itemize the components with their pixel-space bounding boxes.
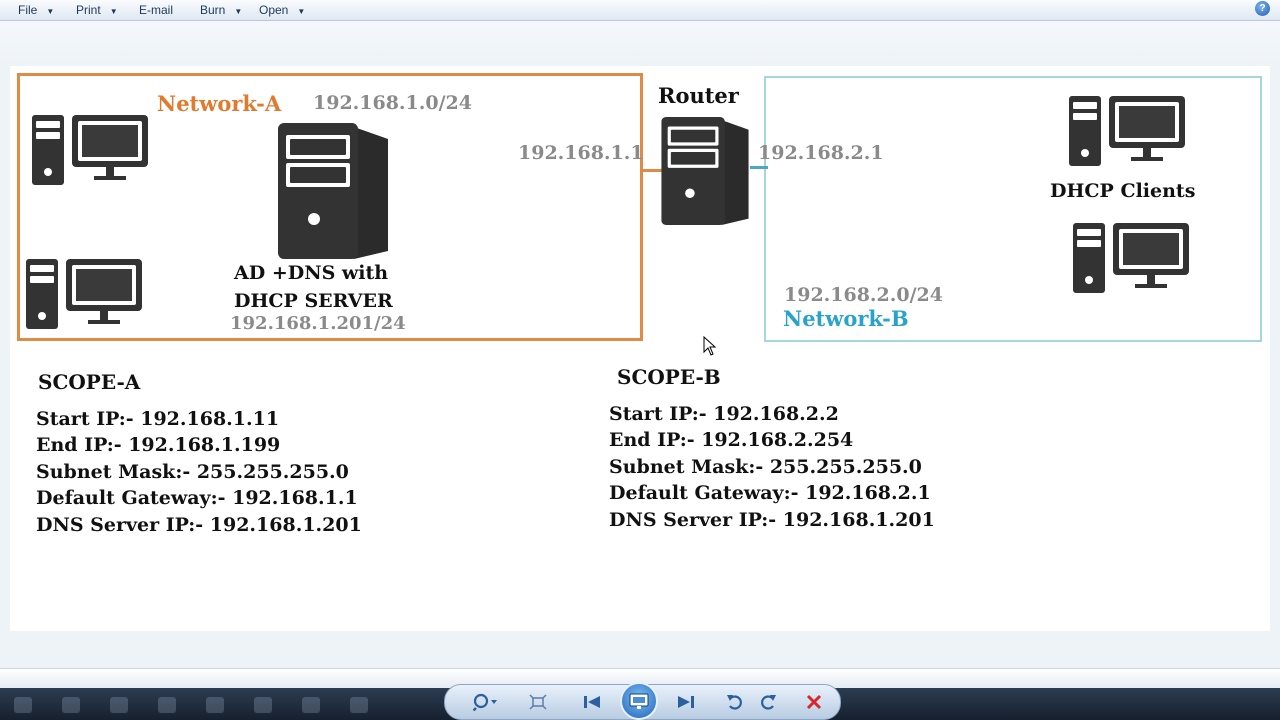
scope-a-default-gateway: Default Gateway:- 192.168.1.1	[36, 487, 358, 510]
taskbar-app-icon[interactable]	[302, 697, 320, 713]
menu-print-label: Print	[76, 3, 101, 17]
slideshow-icon[interactable]	[620, 682, 658, 720]
scope-b-default-gateway: Default Gateway:- 192.168.2.1	[609, 482, 931, 505]
workstation-icon	[1073, 223, 1189, 293]
scope-b: SCOPE-B Start IP:- 192.168.2.2 End IP:- …	[609, 365, 935, 533]
network-a-link	[640, 169, 662, 172]
router-ip-b: 192.168.2.1	[758, 142, 884, 164]
network-b-subnet: 192.168.2.0/24	[784, 284, 943, 306]
taskbar-app-icon[interactable]	[206, 697, 224, 713]
menu-bar: File ▼ Print ▼ E-mail Burn ▼ Open ▼ ?	[0, 0, 1280, 21]
server-label-line1: AD +DNS with	[234, 262, 389, 284]
chevron-down-icon: ▼	[234, 7, 243, 16]
scope-b-dns-server: DNS Server IP:- 192.168.1.201	[609, 508, 935, 531]
menu-email-label: E-mail	[139, 3, 174, 17]
scope-a-title: SCOPE-A	[38, 370, 141, 394]
server-label-line2: DHCP SERVER	[234, 290, 393, 312]
workstation-icon	[32, 115, 148, 185]
menu-print[interactable]: Print ▼	[76, 2, 118, 18]
viewer-background	[0, 21, 1280, 65]
menu-burn[interactable]: Burn ▼	[200, 2, 242, 18]
network-b-link	[750, 166, 768, 169]
menu-file-label: File	[18, 3, 38, 17]
menu-open-label: Open	[259, 3, 289, 17]
scope-a-start-ip: Start IP:- 192.168.1.11	[36, 408, 280, 430]
scope-a-end-ip: End IP:- 192.168.1.199	[36, 434, 281, 457]
workstation-icon	[1069, 96, 1185, 166]
scope-a-subnet-mask: Subnet Mask:- 255.255.255.0	[36, 460, 349, 483]
workstation-icon	[26, 259, 142, 329]
router-label: Router	[658, 83, 739, 108]
chevron-down-icon: ▼	[109, 7, 118, 16]
scope-b-end-ip: End IP:- 192.168.2.254	[609, 429, 854, 452]
scope-a: SCOPE-A Start IP:- 192.168.1.11 End IP:-…	[36, 370, 362, 538]
menu-open[interactable]: Open ▼	[259, 2, 305, 18]
fit-window-icon[interactable]	[527, 692, 549, 712]
next-icon[interactable]	[675, 692, 697, 712]
menu-email[interactable]: E-mail	[139, 2, 173, 18]
router-icon	[661, 117, 749, 225]
dhcp-clients-label: DHCP Clients	[1050, 180, 1196, 202]
mouse-cursor-icon	[703, 336, 717, 356]
zoom-icon[interactable]	[471, 692, 501, 712]
server-ip: 192.168.1.201/24	[230, 313, 406, 334]
scope-b-title: SCOPE-B	[617, 365, 721, 389]
taskbar-app-icon[interactable]	[110, 697, 128, 713]
scope-a-dns-server: DNS Server IP:- 192.168.1.201	[36, 513, 362, 536]
network-a-name: Network-A	[157, 91, 282, 116]
previous-icon[interactable]	[581, 692, 603, 712]
taskbar-start-icon[interactable]	[14, 697, 32, 713]
displayed-image: Network-A 192.168.1.0/24 Router 192.168.…	[10, 66, 1270, 631]
scope-b-subnet-mask: Subnet Mask:- 255.255.255.0	[609, 455, 922, 478]
chevron-down-icon: ▼	[297, 7, 306, 16]
router-ip-a: 192.168.1.1	[518, 142, 644, 164]
taskbar-app-icon[interactable]	[62, 697, 80, 713]
network-a-subnet: 192.168.1.0/24	[313, 92, 472, 114]
taskbar-app-icon[interactable]	[158, 697, 176, 713]
taskbar-app-icon[interactable]	[350, 697, 368, 713]
chevron-down-icon: ▼	[46, 7, 55, 16]
taskbar-app-icon[interactable]	[254, 697, 272, 713]
server-icon	[278, 123, 388, 259]
delete-icon[interactable]	[803, 692, 825, 712]
rotate-clockwise-icon[interactable]	[757, 692, 779, 712]
rotate-counterclockwise-icon[interactable]	[724, 692, 746, 712]
network-b-name: Network-B	[783, 306, 909, 331]
menu-file[interactable]: File ▼	[18, 2, 54, 18]
help-icon[interactable]: ?	[1255, 1, 1270, 16]
scope-b-start-ip: Start IP:- 192.168.2.2	[609, 403, 839, 425]
menu-burn-label: Burn	[200, 3, 226, 17]
